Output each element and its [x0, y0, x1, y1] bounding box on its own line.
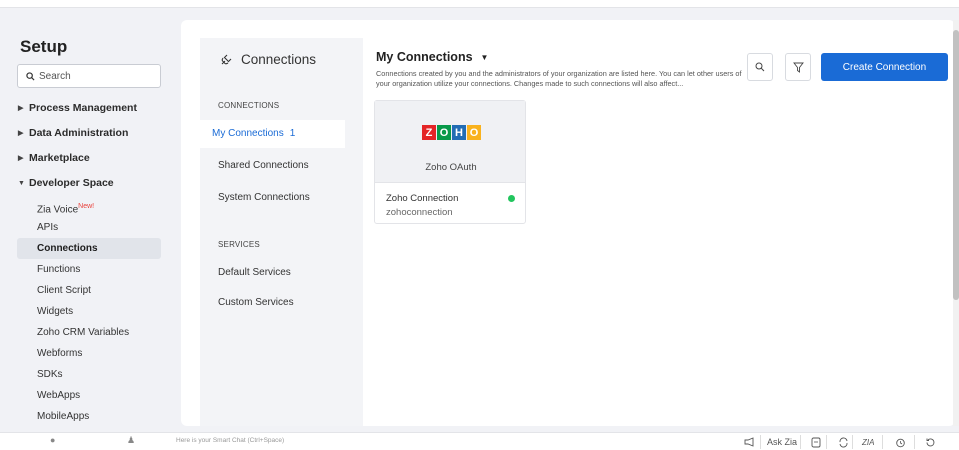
logo-letter: Z [422, 125, 436, 140]
sidebar-item-webforms[interactable]: Webforms [0, 343, 178, 364]
scrollbar-thumb[interactable] [953, 30, 959, 300]
divider [914, 435, 915, 449]
services-heading: SERVICES [218, 240, 260, 249]
divider [852, 435, 853, 449]
sidebar-item-zia-voice[interactable]: Zia VoiceNew! [0, 196, 178, 217]
chat-icon[interactable]: ● [50, 435, 55, 445]
sidebar-item-connections[interactable]: Connections [17, 238, 161, 259]
tree-item-label: Process Management [29, 102, 137, 114]
tree-item-label: Developer Space [29, 177, 114, 189]
plug-icon [221, 54, 232, 64]
status-dot [508, 195, 515, 202]
connections-nav: Connections CONNECTIONS My Connections 1 … [200, 38, 363, 426]
history-icon[interactable] [925, 435, 936, 449]
connection-card[interactable]: Z O H O Zoho OAuth Zoho Connection zohoc… [374, 100, 526, 224]
sidebar-item-webapps[interactable]: WebApps [0, 385, 178, 406]
nav-system-connections[interactable]: System Connections [218, 192, 310, 203]
connection-count: 1 [289, 128, 296, 139]
setup-title: Setup [20, 37, 68, 56]
setup-search-input[interactable]: Search [17, 64, 161, 88]
tree-item-developer-space[interactable]: ▼ Developer Space [0, 171, 178, 196]
tree-item-data-administration[interactable]: ▶ Data Administration [0, 121, 178, 146]
search-button[interactable] [747, 53, 773, 81]
page-title[interactable]: My Connections ▼ [376, 50, 488, 64]
logo-letter: O [467, 125, 481, 140]
contacts-icon[interactable]: ♟ [127, 435, 135, 446]
announcement-icon[interactable] [744, 435, 755, 449]
scrollbar[interactable] [953, 20, 959, 426]
card-provider: Zoho OAuth [425, 162, 477, 173]
connections-title-text: Connections [241, 52, 317, 67]
search-placeholder: Search [39, 70, 71, 82]
divider [760, 435, 761, 449]
sidebar-item-crm-variables[interactable]: Zoho CRM Variables [0, 322, 178, 343]
sidebar-item-sdks[interactable]: SDKs [0, 364, 178, 385]
nav-shared-connections[interactable]: Shared Connections [218, 160, 309, 171]
zia-icon[interactable]: ZIA [862, 435, 874, 449]
logo-letter: O [437, 125, 451, 140]
connections-heading: CONNECTIONS [218, 101, 280, 110]
filter-icon [792, 62, 804, 73]
sidebar-item-mobileapps[interactable]: MobileApps [0, 406, 178, 427]
search-icon [755, 62, 765, 72]
nav-my-connections-label: My Connections [212, 128, 284, 139]
create-connection-button[interactable]: Create Connection [821, 53, 948, 81]
nav-custom-services[interactable]: Custom Services [218, 297, 294, 308]
zoho-logo: Z O H O [422, 125, 482, 140]
tree-item-process-management[interactable]: ▶ Process Management [0, 96, 178, 121]
card-header: Z O H O Zoho OAuth [375, 101, 525, 183]
card-connection-name: Zoho Connection [386, 193, 459, 204]
bottom-bar: ● ♟ Here is your Smart Chat (Ctrl+Space)… [0, 432, 959, 450]
sidebar-item-label: Zia Voice [37, 204, 79, 216]
main-panel: Connections CONNECTIONS My Connections 1 … [181, 20, 955, 426]
sidebar-item-widgets[interactable]: Widgets [0, 301, 178, 322]
smart-chat-hint[interactable]: Here is your Smart Chat (Ctrl+Space) [176, 437, 284, 444]
caret-right-icon: ▶ [18, 155, 24, 162]
chevron-down-icon: ▼ [480, 52, 489, 62]
tree-item-marketplace[interactable]: ▶ Marketplace [0, 146, 178, 171]
nav-my-connections[interactable]: My Connections 1 [200, 120, 345, 148]
divider [882, 435, 883, 449]
caret-right-icon: ▶ [18, 105, 24, 112]
divider [800, 435, 801, 449]
caret-right-icon: ▶ [18, 130, 24, 137]
divider [826, 435, 827, 449]
notes-icon[interactable] [811, 435, 821, 449]
top-border [0, 0, 959, 8]
ask-zia-button[interactable]: Ask Zia [767, 435, 797, 449]
sidebar-item-client-script[interactable]: Client Script [0, 280, 178, 301]
search-icon [26, 71, 35, 81]
new-badge: New! [78, 203, 95, 210]
caret-down-icon: ▼ [18, 180, 25, 187]
nav-default-services[interactable]: Default Services [218, 267, 291, 278]
sidebar-item-functions[interactable]: Functions [0, 259, 178, 280]
card-link-name: zohoconnection [386, 207, 453, 218]
setup-tree: ▶ Process Management ▶ Data Administration… [0, 96, 178, 427]
setup-sidebar: Setup Search ▶ Process Management ▶ Data A… [0, 22, 178, 426]
sidebar-item-apis[interactable]: APIs [0, 217, 178, 238]
filter-button[interactable] [785, 53, 811, 81]
tree-item-label: Data Administration [29, 127, 129, 139]
page-description: Connections created by you and the admin… [376, 69, 742, 88]
refresh-icon[interactable] [838, 435, 849, 449]
alarm-icon[interactable] [895, 435, 906, 449]
page-title-text: My Connections [376, 50, 473, 64]
logo-letter: H [452, 125, 466, 140]
tree-item-label: Marketplace [29, 152, 90, 164]
connections-nav-title: Connections [219, 52, 316, 67]
